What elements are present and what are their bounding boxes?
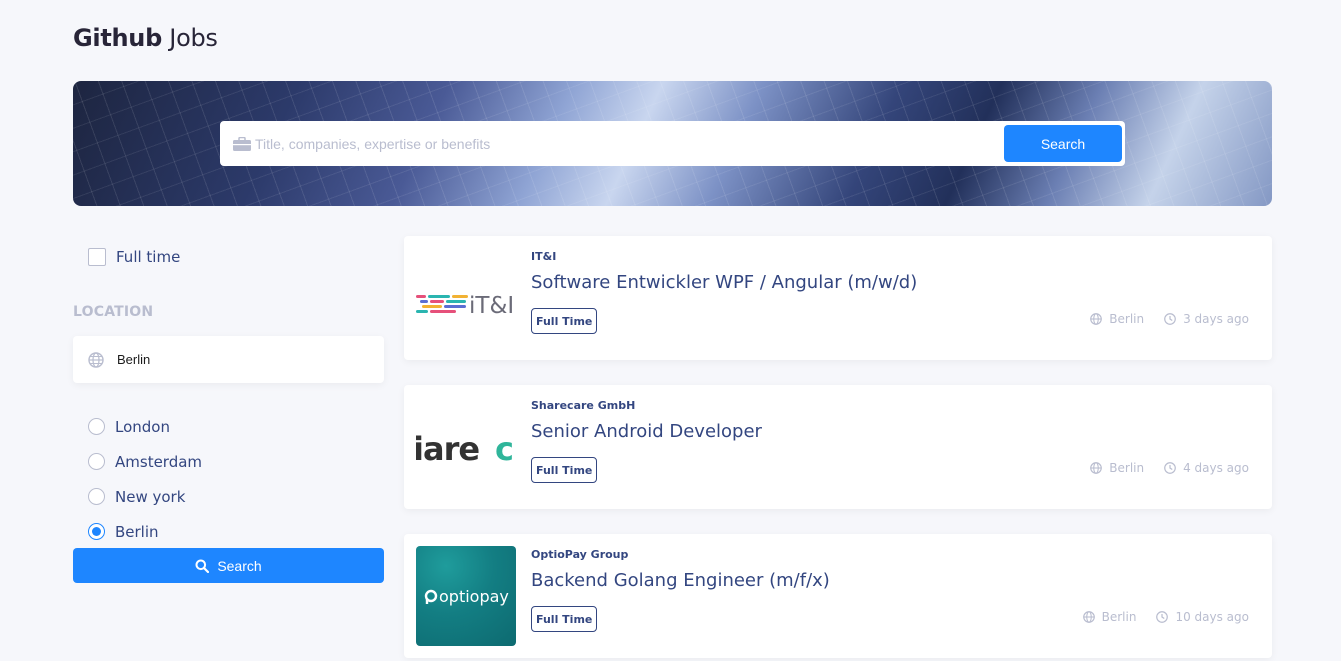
clock-icon	[1164, 462, 1176, 474]
job-location-text: Berlin	[1101, 610, 1137, 624]
location-option-label: Berlin	[115, 522, 159, 541]
page-title-light: Jobs	[169, 24, 218, 52]
page-title-bold: Github	[73, 24, 162, 52]
job-title[interactable]: Software Entwickler WPF / Angular (m/w/d…	[531, 272, 917, 293]
company-logo: optiopay	[416, 546, 516, 646]
job-location: Berlin	[1082, 610, 1137, 624]
location-option-berlin[interactable]: Berlin	[88, 514, 202, 549]
radio-button-selected[interactable]	[88, 523, 105, 540]
clock-icon	[1164, 313, 1176, 325]
globe-icon	[1082, 611, 1095, 623]
job-posted: 10 days ago	[1156, 610, 1249, 624]
svg-text:c: c	[495, 430, 514, 468]
page-title: Github Jobs	[73, 24, 218, 52]
job-posted-text: 4 days ago	[1183, 461, 1249, 475]
company-logo: iT&I	[416, 248, 516, 348]
job-location: Berlin	[1090, 312, 1144, 326]
job-meta: Berlin 4 days ago	[1090, 461, 1249, 475]
search-bar: Search	[220, 121, 1125, 166]
globe-icon	[1090, 313, 1103, 325]
company-name: OptioPay Group	[531, 548, 629, 561]
filter-search-label: Search	[217, 557, 262, 574]
job-location-text: Berlin	[1109, 461, 1145, 475]
job-title[interactable]: Senior Android Developer	[531, 421, 762, 442]
full-time-filter[interactable]: Full time	[88, 248, 180, 266]
location-heading: LOCATION	[73, 304, 154, 320]
full-time-label: Full time	[116, 248, 181, 266]
job-posted-text: 3 days ago	[1183, 312, 1249, 326]
job-meta: Berlin 3 days ago	[1090, 312, 1249, 326]
briefcase-icon	[233, 136, 251, 151]
job-card[interactable]: iT&I IT&I Software Entwickler WPF / Angu…	[404, 236, 1272, 360]
radio-button[interactable]	[88, 488, 105, 505]
search-input[interactable]	[255, 121, 1004, 166]
company-logo: iare c	[416, 397, 516, 497]
svg-text:iare: iare	[416, 430, 479, 468]
job-type-badge: Full Time	[531, 457, 598, 483]
job-card[interactable]: optiopay OptioPay Group Backend Golang E…	[404, 534, 1272, 658]
location-option-new-york[interactable]: New york	[88, 479, 202, 514]
job-location: Berlin	[1090, 461, 1144, 475]
radio-button[interactable]	[88, 418, 105, 435]
job-posted: 4 days ago	[1164, 461, 1249, 475]
globe-icon	[88, 351, 104, 368]
logo-text: iT&I	[469, 293, 514, 319]
location-option-amsterdam[interactable]: Amsterdam	[88, 444, 202, 479]
location-option-label: New york	[115, 487, 186, 506]
company-name: Sharecare GmbH	[531, 399, 636, 412]
search-button[interactable]: Search	[1004, 125, 1122, 162]
location-options: London Amsterdam New york Berlin	[88, 409, 202, 549]
full-time-checkbox[interactable]	[88, 248, 106, 266]
radio-button[interactable]	[88, 453, 105, 470]
job-posted-text: 10 days ago	[1175, 610, 1249, 624]
location-option-label: Amsterdam	[115, 452, 203, 471]
job-type-badge: Full Time	[531, 606, 598, 632]
logo-text: optiopay	[439, 587, 509, 606]
location-field[interactable]	[73, 336, 384, 383]
location-option-london[interactable]: London	[88, 409, 202, 444]
job-posted: 3 days ago	[1164, 312, 1249, 326]
clock-icon	[1156, 611, 1169, 623]
job-type-badge: Full Time	[531, 308, 598, 334]
location-input[interactable]	[117, 352, 357, 367]
search-icon	[195, 559, 210, 573]
company-name: IT&I	[531, 250, 557, 263]
job-meta: Berlin 10 days ago	[1082, 610, 1249, 624]
location-option-label: London	[115, 417, 170, 436]
job-location-text: Berlin	[1109, 312, 1145, 326]
filter-search-button[interactable]: Search	[73, 548, 384, 583]
globe-icon	[1090, 462, 1103, 474]
job-title[interactable]: Backend Golang Engineer (m/f/x)	[531, 570, 830, 591]
job-card[interactable]: iare c Sharecare GmbH Senior Android Dev…	[404, 385, 1272, 509]
